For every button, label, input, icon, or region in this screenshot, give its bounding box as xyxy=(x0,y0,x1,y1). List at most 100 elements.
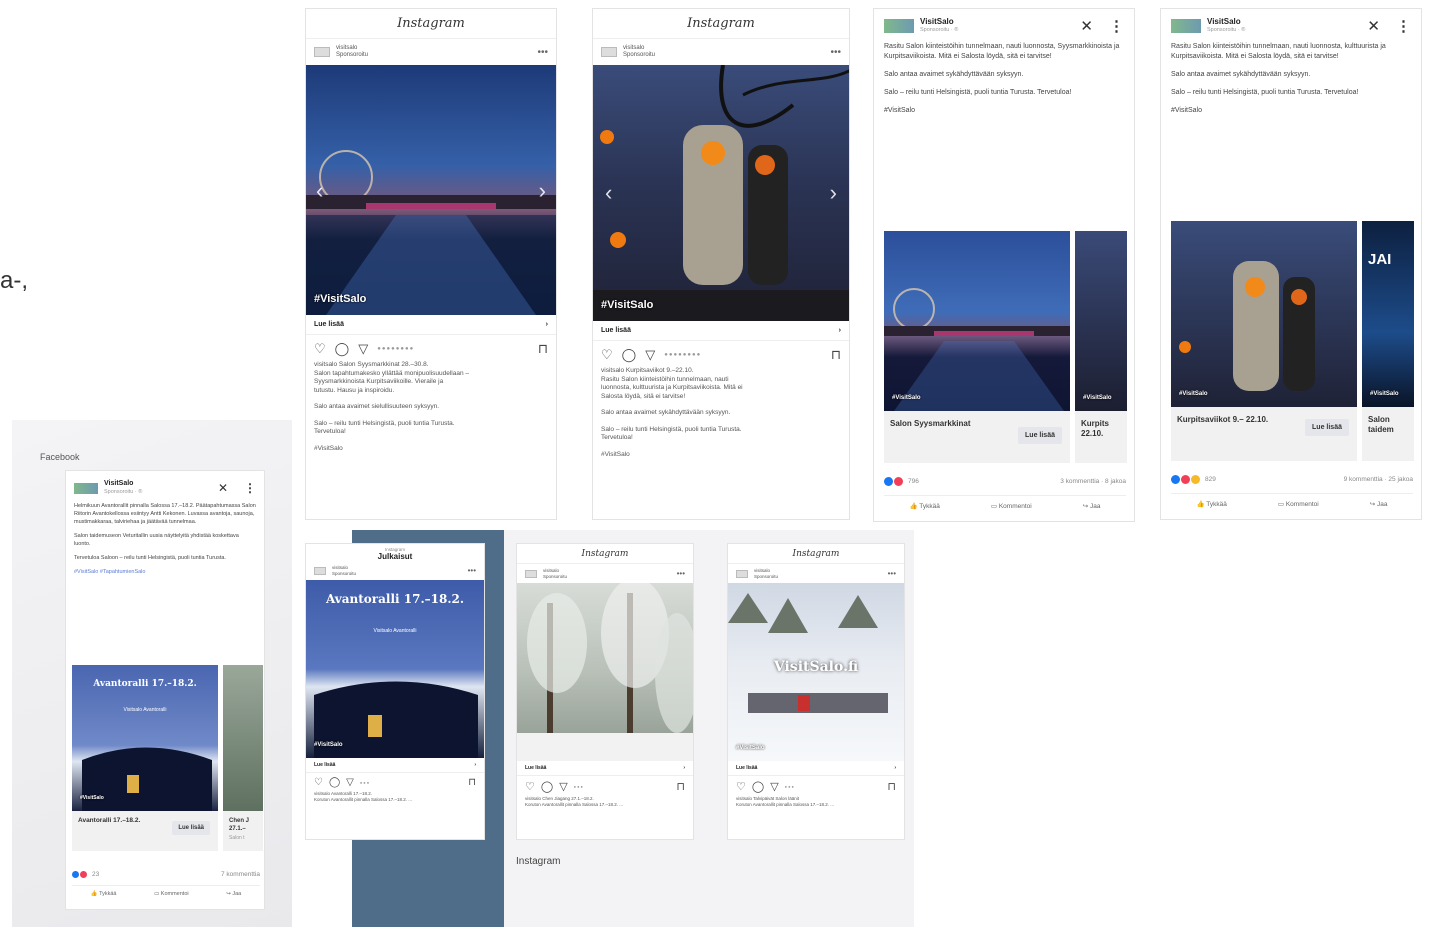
post-photo[interactable] xyxy=(517,583,693,761)
chevron-left-icon[interactable]: ‹ xyxy=(605,180,612,206)
comment-icon[interactable]: ◯ xyxy=(541,780,553,793)
read-more-bar[interactable]: Lue lisää › xyxy=(306,315,556,335)
like-button[interactable]: 👍 Tykkää xyxy=(910,502,940,510)
comment-share-count[interactable]: 9 kommenttia · 25 jakoa xyxy=(1344,476,1413,483)
share-button[interactable]: ↪ Jaa xyxy=(226,891,241,897)
share-button[interactable]: ↪ Jaa xyxy=(1083,502,1101,510)
caption: visitsalo Kurpitsaviikot 9.–22.10. Rasitu… xyxy=(601,367,743,458)
ig-actions: ♡ ◯ ▽ ●●● ⊓ xyxy=(517,776,693,794)
bookmark-icon[interactable]: ⊓ xyxy=(676,780,685,793)
item-photo: #VisitSalo xyxy=(884,231,1070,411)
love-reaction-icon xyxy=(1181,475,1190,484)
close-icon[interactable]: ✕ xyxy=(1367,17,1380,35)
comment-icon[interactable]: ◯ xyxy=(335,341,350,357)
more-icon[interactable]: ••• xyxy=(830,47,841,58)
send-icon[interactable]: ▽ xyxy=(358,341,368,357)
carousel-item[interactable]: JAI #VisitSalo Salon taidem xyxy=(1362,221,1414,461)
heart-icon[interactable]: ♡ xyxy=(314,777,323,788)
ig-post-syysmarkkinat: Instagram visitsalo Sponsoroitu ••• ‹ › #… xyxy=(305,8,557,520)
carousel-item[interactable]: Chen J 27.1.– Salon t xyxy=(223,665,263,851)
read-more-bar[interactable]: Lue lisää › xyxy=(728,761,904,776)
close-icon[interactable]: ✕ xyxy=(218,481,228,495)
read-more-button[interactable]: Lue lisää xyxy=(1305,419,1349,436)
edge-text: a-, xyxy=(0,267,29,294)
bookmark-icon[interactable]: ⊓ xyxy=(831,347,841,363)
ig-post-kurpitsaviikot: Instagram visitsalo Sponsoroitu ••• ‹ › #… xyxy=(592,8,850,520)
send-icon[interactable]: ▽ xyxy=(559,780,567,793)
item-photo: #VisitSalo xyxy=(1171,221,1357,407)
like-button[interactable]: 👍 Tykkää xyxy=(1197,500,1227,508)
wow-reaction-icon xyxy=(1191,475,1200,484)
ig-top-bar: Instagram Julkaisut xyxy=(306,544,484,561)
heart-icon[interactable]: ♡ xyxy=(525,780,535,793)
read-more-button[interactable]: Lue lisää xyxy=(172,821,210,835)
bookmark-icon[interactable]: ⊓ xyxy=(468,777,476,788)
carousel-item[interactable]: #VisitSalo Kurpits 22.10. xyxy=(1075,231,1127,463)
chevron-right-icon[interactable]: › xyxy=(830,180,837,206)
ig-brand: Instagram xyxy=(728,544,904,564)
more-icon[interactable]: ••• xyxy=(537,47,548,58)
send-icon[interactable]: ▽ xyxy=(770,780,778,793)
bookmark-icon[interactable]: ⊓ xyxy=(538,341,548,357)
forest-scene xyxy=(517,583,693,761)
more-icon[interactable]: ••• xyxy=(888,569,896,578)
caption: visitsalo Chen Jiagang 27.1.–18.2. Koruto… xyxy=(525,796,623,807)
post-photo[interactable]: ‹ › #VisitSalo xyxy=(306,65,556,315)
comment-icon[interactable]: ◯ xyxy=(329,777,340,788)
more-icon[interactable]: ••• xyxy=(468,566,476,575)
read-more-bar[interactable]: Lue lisää › xyxy=(517,761,693,776)
read-more-bar[interactable]: Lue lisää › xyxy=(306,758,484,773)
kebab-icon[interactable]: ⋮ xyxy=(1396,17,1411,35)
chevron-right-icon: › xyxy=(894,765,896,771)
ig-post-avantoralli: Instagram Julkaisut visitsalo Sponsoroitu… xyxy=(305,543,485,840)
comment-button[interactable]: ▭ Kommentoi xyxy=(154,891,189,897)
chevron-right-icon: › xyxy=(683,765,685,771)
send-icon[interactable]: ▽ xyxy=(645,347,655,363)
reaction-count[interactable]: 23 xyxy=(92,871,99,878)
post-photo[interactable]: ‹ › #VisitSalo xyxy=(593,65,849,321)
carousel-item[interactable]: Avantoralli 17.–18.2. Visitsalo Avantora… xyxy=(72,665,218,851)
reaction-count[interactable]: 796 xyxy=(908,478,919,485)
ig-profile: visitsalo Sponsoroitu ••• xyxy=(517,564,693,583)
share-button[interactable]: ↪ Jaa xyxy=(1370,500,1388,508)
read-more-button[interactable]: Lue lisää xyxy=(1018,427,1062,444)
photo-hashtag: #VisitSalo xyxy=(601,299,654,311)
ig-profile: visitsalo Sponsoroitu ••• xyxy=(306,39,556,65)
like-button[interactable]: 👍 Tykkää xyxy=(91,891,117,897)
lantern-scene xyxy=(82,747,212,811)
comment-button[interactable]: ▭ Kommentoi xyxy=(991,502,1032,510)
chevron-right-icon[interactable]: › xyxy=(539,178,546,204)
comment-icon[interactable]: ◯ xyxy=(622,347,637,363)
ig-brand: Instagram xyxy=(306,9,556,39)
carousel-dots: ●●●●●●●● xyxy=(664,352,702,358)
send-icon[interactable]: ▽ xyxy=(346,777,354,788)
chevron-right-icon: › xyxy=(838,327,841,334)
ig-actions: ♡ ◯ ▽ ●●● ⊓ xyxy=(728,776,904,794)
read-more-bar[interactable]: Lue lisää › xyxy=(593,321,849,341)
chevron-left-icon[interactable]: ‹ xyxy=(316,178,323,204)
visitsalo-logo xyxy=(525,569,537,578)
visitsalo-logo xyxy=(74,482,98,494)
kebab-icon[interactable]: ⋮ xyxy=(244,481,256,495)
close-icon[interactable]: ✕ xyxy=(1080,17,1093,35)
heart-icon[interactable]: ♡ xyxy=(314,341,326,357)
kebab-icon[interactable]: ⋮ xyxy=(1109,17,1124,35)
reaction-count[interactable]: 829 xyxy=(1205,476,1216,483)
fb-carousel: #VisitSalo Salon Syysmarkkinat Lue lisää… xyxy=(884,231,1127,463)
heart-icon[interactable]: ♡ xyxy=(736,780,746,793)
pumpkin-scene xyxy=(1179,261,1315,391)
bookmark-icon[interactable]: ⊓ xyxy=(887,780,896,793)
post-photo[interactable]: Avantoralli 17.–18.2. Visitsalo Avantora… xyxy=(306,580,484,758)
carousel-item[interactable]: #VisitSalo Kurpitsaviikot 9.– 22.10. Lue… xyxy=(1171,221,1357,461)
comment-icon[interactable]: ◯ xyxy=(752,780,764,793)
more-icon[interactable]: ••• xyxy=(677,569,685,578)
chevron-right-icon: › xyxy=(545,321,548,328)
caption: visitsalo Avantoralli 17.–18.2. Koruton A… xyxy=(314,791,412,802)
fb-post-syysmarkkinat: VisitSalo Sponsoroitu · ® ✕ ⋮ Rasitu Salo… xyxy=(873,8,1135,522)
post-photo[interactable]: VisitSalo.fi #VisitSalo xyxy=(728,583,904,761)
comment-button[interactable]: ▭ Kommentoi xyxy=(1278,500,1319,508)
carousel-item[interactable]: #VisitSalo Salon Syysmarkkinat Lue lisää xyxy=(884,231,1070,463)
comment-count[interactable]: 7 kommenttia xyxy=(221,871,260,878)
heart-icon[interactable]: ♡ xyxy=(601,347,613,363)
comment-share-count[interactable]: 3 kommenttia · 8 jakoa xyxy=(1060,478,1126,485)
